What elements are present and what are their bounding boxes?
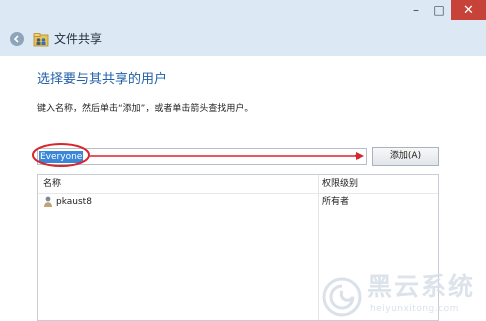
back-arrow-icon[interactable] [10,32,24,46]
row-user-name: pkaust8 [56,197,92,207]
minimize-button[interactable]: – [405,0,427,20]
chevron-down-icon[interactable] [354,152,363,161]
dialog-heading: 选择要与其共享的用户 [37,72,168,87]
instruction-text: 键入名称，然后单击“添加”，或者单击箭头查找用户。 [37,104,254,114]
window-title: 文件共享 [54,32,103,46]
add-button[interactable]: 添加(A) [372,147,439,166]
user-name-combobox[interactable]: Everyone [37,148,367,165]
share-folder-icon [33,33,49,47]
watermark-logo [322,277,362,317]
close-button[interactable]: ✕ [451,0,486,20]
user-icon [44,196,52,207]
column-header-name[interactable]: 名称 [43,175,61,193]
table-row[interactable]: pkaust8 所有者 [38,194,438,211]
title-bar: – □ ✕ 文件共享 [0,0,486,56]
maximize-button[interactable]: □ [428,0,450,20]
column-header-permission[interactable]: 权限级别 [322,175,358,193]
watermark-text: 黑云系统 [367,272,476,301]
row-permission[interactable]: 所有者 [322,194,349,211]
file-sharing-window: – □ ✕ 文件共享 选择要与其共享的用户 键入名称，然后单击“添加”，或者单击… [0,0,486,321]
user-name-input-value[interactable]: Everyone [39,151,84,163]
watermark-url: heiyunxitong.com [370,304,459,314]
